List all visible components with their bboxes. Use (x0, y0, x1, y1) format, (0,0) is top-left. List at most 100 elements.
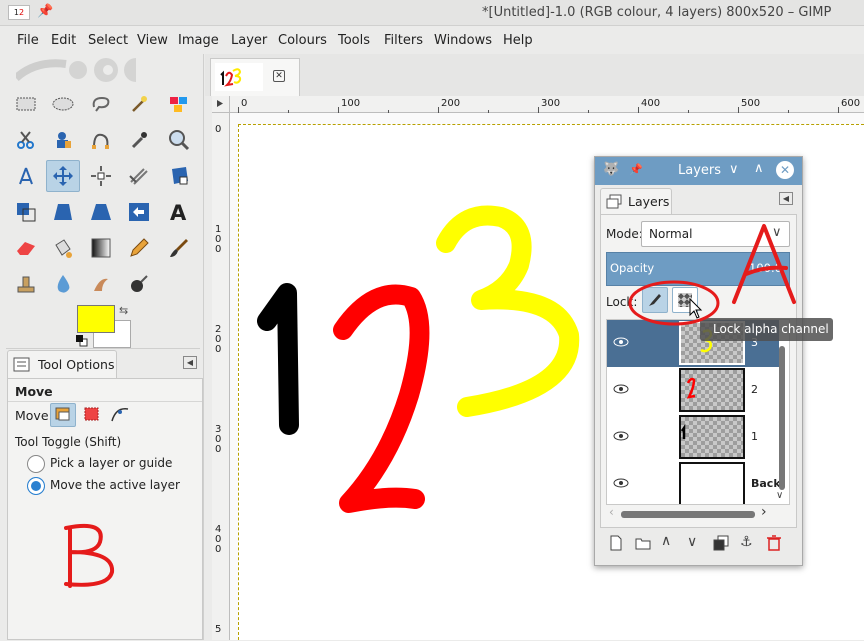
lower-layer-icon[interactable]: ∨ (687, 534, 697, 550)
rotate-icon[interactable] (9, 196, 43, 228)
ellipse-select-icon[interactable] (46, 88, 80, 120)
blur-icon[interactable] (46, 268, 80, 300)
menu-colours[interactable]: Colours (278, 33, 327, 48)
new-layer-group-icon[interactable] (635, 536, 651, 550)
visibility-eye-icon[interactable] (613, 429, 629, 443)
swap-colors-icon[interactable]: ⇆ (119, 304, 128, 317)
scroll-right-icon[interactable]: › (761, 504, 767, 520)
vruler-label-200: 200 (215, 324, 222, 355)
default-colors-icon[interactable] (76, 335, 88, 347)
annotation-circle (626, 278, 726, 330)
visibility-eye-icon[interactable] (613, 476, 629, 490)
tool-options-menu-icon[interactable]: ◀ (183, 356, 197, 369)
perspective-icon[interactable] (84, 196, 118, 228)
tool-options-panel: Tool Options ◀ Move Move: Tool Toggle (S… (7, 350, 203, 640)
select-by-color-icon[interactable] (162, 88, 196, 120)
move-selection-mode-button[interactable] (80, 403, 106, 427)
eraser-icon[interactable] (9, 232, 43, 264)
smudge-icon[interactable] (84, 268, 118, 300)
app-icon: 12 (8, 5, 30, 20)
move-tool-icon[interactable] (46, 160, 80, 192)
navigate-corner-button[interactable] (212, 96, 230, 113)
horizontal-ruler[interactable]: 0 100 200 300 400 500 600 (230, 96, 864, 113)
layers-dialog: 🐺 📌 Layers ∨ ∧ ✕ Layers ◀ Mode: Normal ∨… (594, 156, 803, 566)
menu-view[interactable]: View (137, 33, 168, 48)
image-tab[interactable]: ✕ (210, 58, 300, 96)
measure-icon[interactable] (9, 160, 43, 192)
stroke-1-black (257, 283, 299, 435)
svg-text:A: A (170, 201, 187, 223)
menu-select[interactable]: Select (88, 33, 128, 48)
align-icon[interactable] (84, 160, 118, 192)
delete-layer-icon[interactable] (767, 535, 781, 551)
vruler-label-100: 100 (215, 224, 222, 255)
image-tabs: ✕ (205, 54, 864, 96)
layer-list-vscrollbar[interactable] (779, 346, 785, 490)
menu-image[interactable]: Image (178, 33, 219, 48)
bucket-fill-icon[interactable] (46, 232, 80, 264)
menu-tools[interactable]: Tools (338, 33, 370, 48)
visibility-eye-icon[interactable] (613, 335, 629, 349)
layer-row-background[interactable]: Background (607, 461, 779, 504)
fuzzy-select-icon[interactable] (122, 88, 156, 120)
scroll-left-icon[interactable]: ‹ (609, 505, 614, 519)
layer-row-2[interactable]: 2 (607, 367, 779, 414)
pick-layer-label[interactable]: Pick a layer or guide (50, 456, 172, 470)
anchor-layer-icon[interactable]: ⚓ (740, 534, 753, 550)
foreground-select-icon[interactable] (46, 124, 80, 156)
panel-divider (6, 348, 200, 349)
layer-list-hscrollbar[interactable] (621, 511, 755, 518)
new-layer-icon[interactable] (609, 535, 623, 551)
menu-help[interactable]: Help (503, 33, 533, 48)
move-active-layer-radio[interactable] (27, 477, 45, 495)
maximize-icon[interactable]: ∧ (754, 161, 764, 176)
close-dialog-icon[interactable]: ✕ (776, 161, 794, 179)
menu-windows[interactable]: Windows (434, 33, 492, 48)
close-tab-icon[interactable]: ✕ (273, 70, 285, 82)
duplicate-layer-icon[interactable] (713, 535, 729, 551)
pick-layer-radio[interactable] (27, 455, 45, 473)
pin-icon[interactable]: 📌 (37, 4, 53, 19)
menu-filters[interactable]: Filters (384, 33, 423, 48)
options-separator (8, 401, 202, 402)
scissors-select-icon[interactable] (9, 124, 43, 156)
dodge-burn-icon[interactable] (122, 268, 156, 300)
color-picker-icon[interactable] (122, 124, 156, 156)
paintbrush-icon[interactable] (162, 232, 196, 264)
layers-menu-icon[interactable]: ◀ (779, 192, 793, 205)
rect-select-icon[interactable] (9, 88, 43, 120)
tool-options-tab[interactable]: Tool Options (7, 350, 117, 378)
minimize-icon[interactable]: ∨ (729, 162, 739, 177)
text-tool-icon[interactable]: A (162, 196, 196, 228)
vertical-ruler[interactable]: 0 100 200 300 400 5 (212, 113, 230, 640)
layers-dialog-titlebar[interactable]: 🐺 📌 Layers ∨ ∧ ✕ (595, 157, 802, 185)
menu-layer[interactable]: Layer (231, 33, 267, 48)
crop-icon[interactable] (122, 160, 156, 192)
annotation-a (728, 222, 800, 306)
move-layer-mode-button[interactable] (50, 403, 76, 427)
move-active-layer-label[interactable]: Move the active layer (50, 478, 180, 492)
move-path-mode-button[interactable] (108, 403, 134, 427)
tool-toggle-label: Tool Toggle (Shift) (15, 435, 122, 449)
layers-tab[interactable]: Layers (600, 188, 672, 214)
menu-edit[interactable]: Edit (51, 33, 76, 48)
visibility-eye-icon[interactable] (613, 382, 629, 396)
dialog-pin-icon[interactable]: 📌 (629, 163, 643, 176)
layers-tab-icon (606, 194, 622, 210)
pencil-icon[interactable] (122, 232, 156, 264)
paths-icon[interactable] (84, 124, 118, 156)
gradient-icon[interactable] (84, 232, 118, 264)
scroll-down-icon[interactable]: ∨ (776, 490, 783, 501)
unified-transform-icon[interactable] (162, 160, 196, 192)
clone-stamp-icon[interactable] (9, 268, 43, 300)
foreground-color-swatch[interactable] (77, 305, 115, 333)
opacity-label: Opacity (610, 261, 655, 275)
flip-icon[interactable] (122, 196, 156, 228)
lasso-select-icon[interactable] (84, 88, 118, 120)
raise-layer-icon[interactable]: ∧ (661, 533, 671, 549)
layers-tab-label: Layers (628, 194, 670, 209)
zoom-icon[interactable] (162, 124, 196, 156)
scale-icon[interactable] (46, 196, 80, 228)
menu-file[interactable]: File (17, 33, 39, 48)
layer-row-1[interactable]: 1 (607, 414, 779, 461)
